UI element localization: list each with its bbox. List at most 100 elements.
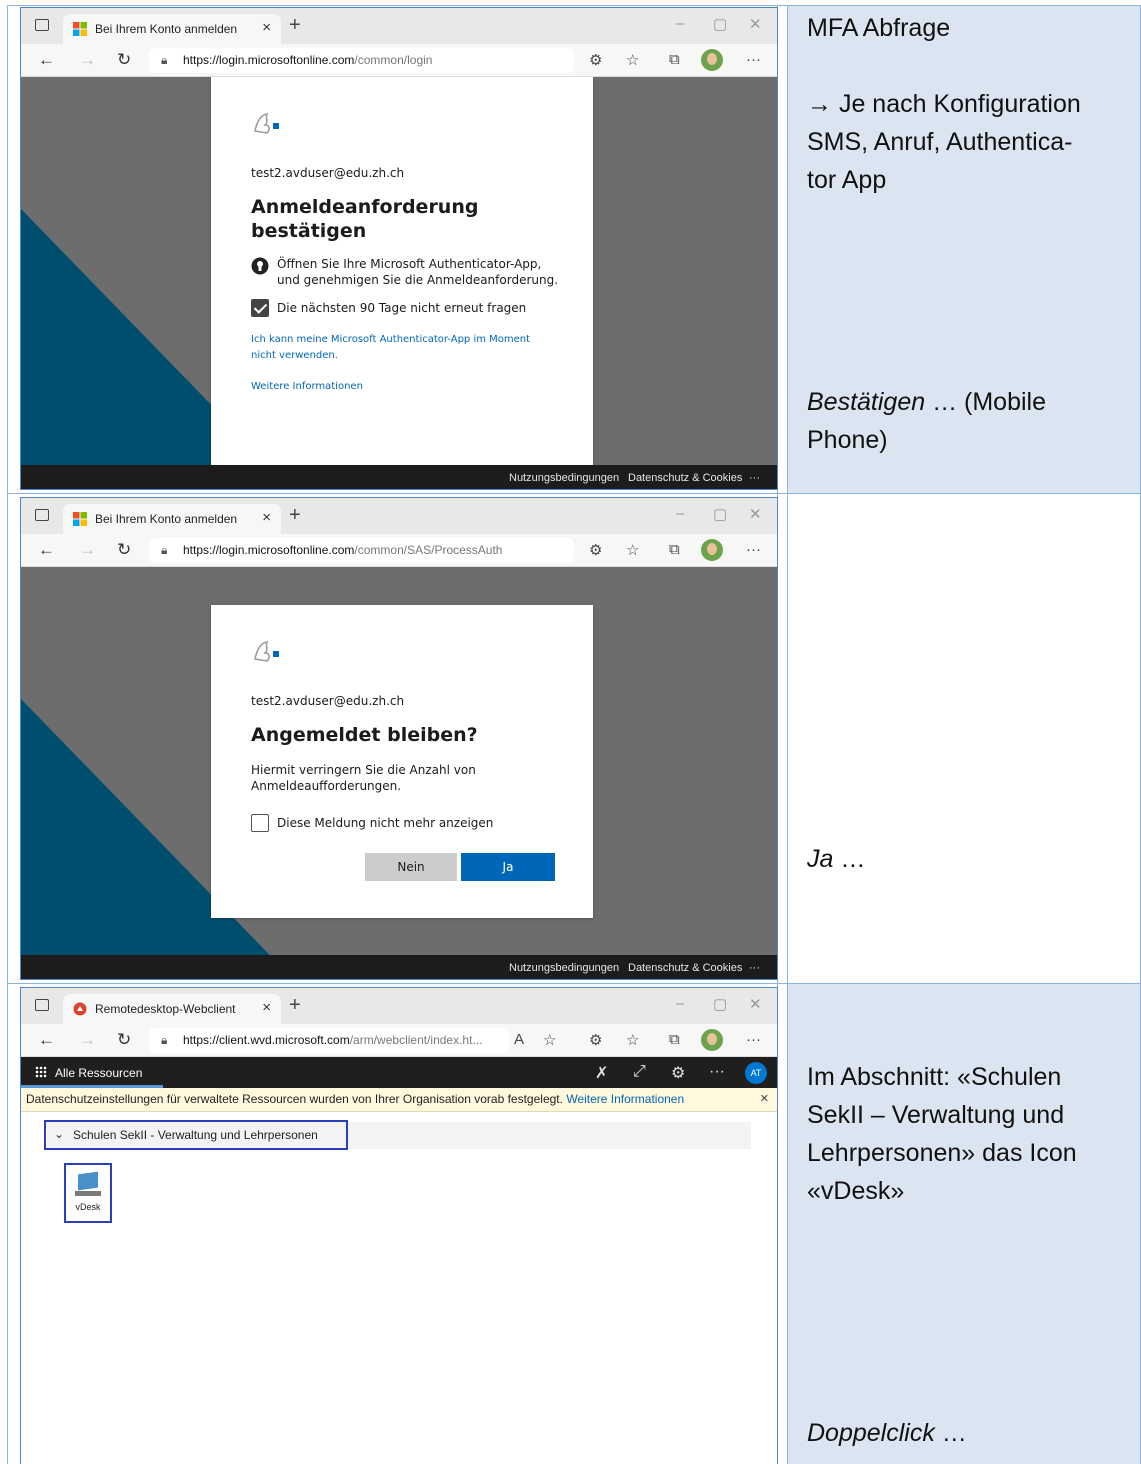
sidebar-toggle-icon[interactable] <box>35 999 49 1011</box>
login-page-2: test2.avduser@edu.zh.ch Angemeldet bleib… <box>21 567 777 979</box>
more-icon[interactable]: ··· <box>709 1063 725 1081</box>
sidebar-toggle-icon[interactable] <box>35 19 49 31</box>
browser-window-2: Bei Ihrem Konto anmelden × + – ▢ ✕ ← → ↻… <box>20 497 778 980</box>
maximize-icon[interactable]: ▢ <box>713 505 727 523</box>
browser-tab-2[interactable]: Bei Ihrem Konto anmelden × <box>63 504 281 534</box>
note-3-line4: «vDesk» <box>807 1177 905 1205</box>
forward-icon[interactable]: → <box>79 1030 96 1050</box>
refresh-icon[interactable]: ↻ <box>117 540 131 560</box>
card-title: Angemeldet bleiben? <box>251 724 478 746</box>
url-field-3[interactable]: 🔒︎ https://client.wvd.microsoft.com/arm/… <box>149 1028 509 1053</box>
browser-tab-3[interactable]: Remotedesktop-Webclient × <box>63 994 281 1024</box>
forward-icon[interactable]: → <box>79 50 96 70</box>
extensions-icon[interactable]: ⚙︎ <box>589 51 602 69</box>
forward-icon[interactable]: → <box>79 540 96 560</box>
read-aloud-icon[interactable]: A͏ <box>514 1031 524 1048</box>
footer-more-icon[interactable]: ··· <box>749 472 760 484</box>
login-page: test2.avduser@edu.zh.ch Anmeldeanforderu… <box>21 77 777 489</box>
terms-link[interactable]: Nutzungsbedingungen <box>509 962 619 974</box>
favorites-icon[interactable]: ☆ <box>626 51 639 69</box>
resource-group[interactable]: ⌄ Schulen SekII - Verwaltung und Lehrper… <box>44 1120 751 1150</box>
back-icon[interactable]: ← <box>38 1030 55 1050</box>
close-window-icon[interactable]: ✕ <box>749 505 762 523</box>
url-path: /common/SAS/ProcessAuth <box>354 543 503 557</box>
terms-link[interactable]: Nutzungsbedingungen <box>509 472 619 484</box>
privacy-more-info-link[interactable]: Weitere Informationen <box>566 1092 684 1106</box>
close-icon[interactable]: ✕ <box>760 1092 769 1105</box>
url-host: https://login.microsoftonline.com <box>183 53 355 67</box>
favorites-icon[interactable]: ☆ <box>626 1031 639 1049</box>
note-3-action: Doppelclick … <box>794 1414 1141 1452</box>
card-text-line1: Hiermit verringern Sie die Anzahl von <box>251 763 476 777</box>
tab-strip-3: Remotedesktop-Webclient × + – ▢ ✕ <box>21 988 777 1024</box>
user-email: test2.avduser@edu.zh.ch <box>251 694 405 708</box>
close-icon[interactable]: × <box>262 19 271 36</box>
plus-icon[interactable]: + <box>289 994 301 1017</box>
minimize-icon[interactable]: – <box>676 505 684 522</box>
collections-icon[interactable]: ⧉ <box>669 541 680 558</box>
back-icon[interactable]: ← <box>38 50 55 70</box>
close-icon[interactable]: × <box>262 999 271 1016</box>
collections-icon[interactable]: ⧉ <box>669 1031 680 1048</box>
expand-icon[interactable]: ⤢ <box>633 1063 646 1081</box>
remember-checkbox[interactable] <box>251 299 269 317</box>
more-icon[interactable]: ··· <box>746 541 761 558</box>
minimize-icon[interactable]: – <box>676 995 684 1012</box>
url-field-2[interactable]: 🔒︎ https://login.microsoftonline.com/com… <box>149 538 574 563</box>
refresh-icon[interactable]: ↻ <box>117 50 131 70</box>
url-path: /common/login <box>354 53 433 67</box>
cannot-use-app-link[interactable]: Ich kann meine Microsoft Authenticator-A… <box>251 332 530 364</box>
more-icon[interactable]: ··· <box>746 1031 761 1048</box>
privacy-banner: Datenschutzeinstellungen für verwaltete … <box>21 1088 777 1112</box>
chevron-down-icon[interactable]: ⌄ <box>54 1127 64 1141</box>
more-info-link[interactable]: Weitere Informationen <box>251 379 363 395</box>
close-window-icon[interactable]: ✕ <box>749 995 762 1013</box>
privacy-text: Datenschutzeinstellungen für verwaltete … <box>26 1092 563 1106</box>
close-window-icon[interactable]: ✕ <box>749 15 762 33</box>
close-icon[interactable]: × <box>262 509 271 526</box>
tab-title: Bei Ihrem Konto anmelden <box>95 22 238 36</box>
note-3-rest: … <box>934 1419 967 1447</box>
plus-icon[interactable]: + <box>289 504 301 527</box>
pin-icon[interactable]: ✗ <box>595 1063 608 1083</box>
collections-icon[interactable]: ⧉ <box>669 51 680 68</box>
note-2: Ja … <box>794 840 1141 878</box>
back-icon[interactable]: ← <box>38 540 55 560</box>
microsoft-logo-icon <box>73 512 87 526</box>
note-3-emph: Doppelclick <box>807 1419 935 1447</box>
profile-avatar-icon[interactable] <box>701 539 723 561</box>
yes-button[interactable]: Ja <box>461 853 555 881</box>
favorites-icon[interactable]: ☆ <box>626 541 639 559</box>
page-footer-2: Nutzungsbedingungen Datenschutz & Cookie… <box>21 955 777 979</box>
add-favorite-icon[interactable]: ☆ <box>543 1031 556 1049</box>
dont-show-checkbox[interactable] <box>251 814 269 832</box>
maximize-icon[interactable]: ▢ <box>713 15 727 33</box>
browser-tab[interactable]: Bei Ihrem Konto anmelden × <box>63 14 281 44</box>
privacy-link[interactable]: Datenschutz & Cookies <box>628 962 742 974</box>
table-border-row1 <box>7 493 1141 494</box>
avatar[interactable]: AT <box>745 1062 767 1084</box>
microsoft-logo-icon <box>73 22 87 36</box>
refresh-icon[interactable]: ↻ <box>117 1030 131 1050</box>
extensions-icon[interactable]: ⚙︎ <box>589 1031 602 1049</box>
tab-all-resources[interactable]: Alle Ressourcen <box>21 1057 163 1088</box>
plus-icon[interactable]: + <box>289 14 301 37</box>
tab-strip: Bei Ihrem Konto anmelden × + – ▢ ✕ <box>21 8 777 44</box>
no-button[interactable]: Nein <box>365 853 457 881</box>
app-tile-vdesk[interactable]: vDesk <box>64 1163 112 1223</box>
minimize-icon[interactable]: – <box>676 15 684 32</box>
browser-window-3: Remotedesktop-Webclient × + – ▢ ✕ ← → ↻ … <box>20 987 778 1464</box>
sidebar-toggle-icon[interactable] <box>35 509 49 521</box>
privacy-link[interactable]: Datenschutz & Cookies <box>628 472 742 484</box>
gear-icon[interactable]: ⚙︎ <box>671 1063 685 1083</box>
profile-avatar-icon[interactable] <box>701 1029 723 1051</box>
note-3: Im Abschnitt: «Schulen SekII – Verwaltun… <box>794 1058 1141 1210</box>
more-icon[interactable]: ··· <box>746 51 761 68</box>
profile-avatar-icon[interactable] <box>701 49 723 71</box>
url-field[interactable]: 🔒︎ https://login.microsoftonline.com/com… <box>149 48 574 73</box>
tab-title: Bei Ihrem Konto anmelden <box>95 512 238 526</box>
extensions-icon[interactable]: ⚙︎ <box>589 541 602 559</box>
stay-signed-in-card: test2.avduser@edu.zh.ch Angemeldet bleib… <box>211 605 593 918</box>
footer-more-icon[interactable]: ··· <box>749 962 760 974</box>
maximize-icon[interactable]: ▢ <box>713 995 727 1013</box>
